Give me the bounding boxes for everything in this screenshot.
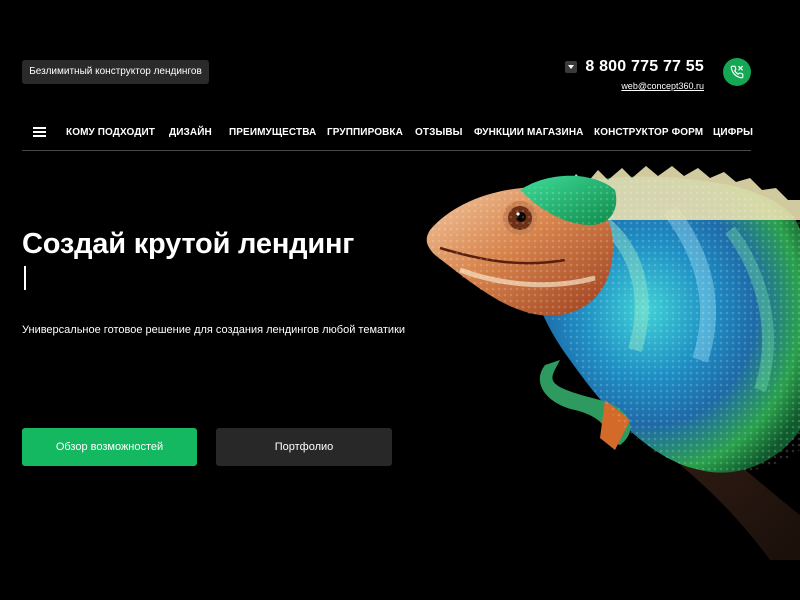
caret-down-icon[interactable] — [565, 61, 578, 73]
typing-cursor — [24, 266, 26, 290]
chameleon-image — [426, 166, 800, 560]
tagline-badge[interactable]: Безлимитный конструктор лендингов — [22, 60, 209, 84]
nav-item-form-builder[interactable]: КОНСТРУКТОР ФОРМ — [594, 126, 703, 140]
nav-divider — [22, 150, 751, 151]
portfolio-button[interactable]: Портфолио — [216, 428, 392, 466]
nav-item-who[interactable]: КОМУ ПОДХОДИТ — [66, 126, 155, 140]
hero-title: Создай крутой лендинг — [22, 228, 355, 260]
main-nav: КОМУ ПОДХОДИТ ДИЗАЙН ПРЕИМУЩЕСТВА ГРУППИ… — [0, 126, 800, 140]
email-link[interactable]: web@concept360.ru — [621, 81, 704, 92]
nav-item-reviews[interactable]: ОТЗЫВЫ — [415, 126, 463, 140]
contact-block: 8 800 775 77 55 web@concept360.ru — [565, 58, 704, 94]
call-button[interactable] — [723, 58, 751, 86]
phone-call-icon — [730, 65, 744, 79]
nav-item-numbers[interactable]: ЦИФРЫ — [713, 126, 753, 140]
nav-item-grouping[interactable]: ГРУППИРОВКА — [327, 126, 403, 140]
features-overview-button[interactable]: Обзор возможностей — [22, 428, 197, 466]
phone-number[interactable]: 8 800 775 77 55 — [585, 58, 704, 76]
landing-page: Безлимитный конструктор лендингов 8 800 … — [0, 0, 800, 600]
phone-row: 8 800 775 77 55 — [565, 58, 704, 76]
nav-item-design[interactable]: ДИЗАЙН — [169, 126, 212, 140]
nav-item-advantages[interactable]: ПРЕИМУЩЕСТВА — [229, 126, 316, 140]
hero-subtitle: Универсальное готовое решение для создан… — [22, 324, 406, 336]
nav-item-shop-features[interactable]: ФУНКЦИИ МАГАЗИНА — [474, 126, 583, 140]
